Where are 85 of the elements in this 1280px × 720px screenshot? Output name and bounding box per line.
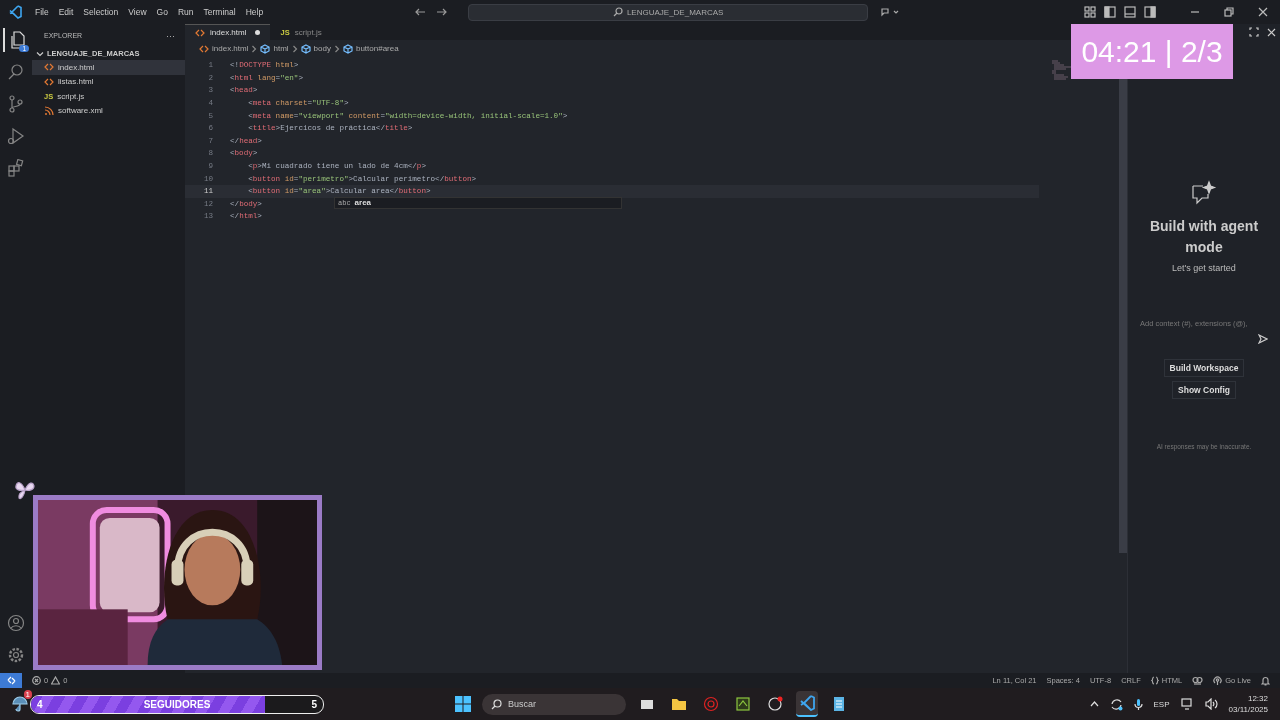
chat-sparkle-icon <box>1191 180 1217 206</box>
breadcrumb-item[interactable]: index.html <box>199 43 249 54</box>
menu-item[interactable]: Edit <box>53 5 79 19</box>
timer-overlay: 04:21 | 2/3 <box>1071 24 1233 79</box>
explorer-entry[interactable]: listas.html <box>32 74 185 89</box>
remote-indicator[interactable] <box>0 673 22 688</box>
chevron-right-icon <box>291 44 298 53</box>
microphone-icon[interactable] <box>1133 697 1143 711</box>
chat-action-button[interactable]: Build Workspace <box>1163 359 1245 377</box>
clock[interactable]: 12:32 03/11/2025 <box>1228 693 1268 715</box>
notification-badge: 1 <box>23 690 32 699</box>
menu-item[interactable]: View <box>123 5 152 19</box>
layout-icon[interactable] <box>1084 6 1096 18</box>
breadcrumb-item[interactable]: html <box>260 43 289 54</box>
close-icon[interactable] <box>1267 27 1276 37</box>
back-arrow-icon[interactable] <box>414 7 427 17</box>
close-icon[interactable] <box>1258 7 1268 17</box>
menu-item[interactable]: Terminal <box>198 5 241 19</box>
code-icon <box>44 62 54 73</box>
chevron-right-icon <box>333 44 340 53</box>
restore-icon[interactable] <box>1224 7 1234 17</box>
unsaved-dot-icon <box>255 30 261 35</box>
code-icon <box>199 43 209 54</box>
explorer-entry[interactable]: index.html <box>32 60 185 75</box>
run-debug-icon[interactable] <box>7 127 25 145</box>
sidebar-toggle-icon[interactable] <box>1104 6 1116 18</box>
feed-icon <box>44 105 54 116</box>
menu-item[interactable]: Selection <box>78 5 124 19</box>
network-icon[interactable] <box>1180 698 1194 710</box>
error-icon <box>32 676 41 685</box>
input-language[interactable]: ESP <box>1153 699 1170 709</box>
settings-icon[interactable] <box>7 646 25 664</box>
app-logo-icon <box>8 5 22 19</box>
broadcast-icon <box>1213 676 1223 685</box>
follower-label: SEGUIDORES <box>143 698 211 710</box>
windows-start-icon[interactable] <box>454 695 472 713</box>
breadcrumb-item[interactable]: body <box>300 43 331 54</box>
extensions-icon[interactable] <box>7 159 25 177</box>
cube-icon <box>342 43 353 54</box>
cube-icon <box>260 43 271 54</box>
forward-arrow-icon[interactable] <box>436 7 449 17</box>
code-icon <box>44 76 54 87</box>
braces-icon <box>1150 676 1159 685</box>
menu-item[interactable]: Help <box>240 5 269 19</box>
code-editor-icon[interactable] <box>799 695 815 711</box>
code-icon <box>195 27 205 38</box>
chat-subtitle: Let's get started <box>1172 263 1236 273</box>
taskbar-search-field[interactable]: Buscar <box>482 693 626 715</box>
breadcrumb-item[interactable]: button#area <box>342 43 399 54</box>
more-actions-button[interactable]: ··· <box>166 30 175 41</box>
account-icon[interactable] <box>7 614 25 632</box>
menu-item[interactable]: Go <box>151 5 173 19</box>
maximize-icon[interactable] <box>1249 27 1259 37</box>
cube-icon <box>300 43 311 54</box>
secondary-sidebar-icon[interactable] <box>1144 6 1156 18</box>
folder-icon[interactable] <box>671 696 687 712</box>
chat-sparkle-icon[interactable] <box>880 7 901 17</box>
explorer-entry[interactable]: software.xml <box>32 103 185 118</box>
menu-item[interactable]: Run <box>172 5 199 19</box>
speaker-icon[interactable] <box>1204 698 1218 710</box>
search-icon <box>612 7 623 17</box>
chat-action-button[interactable]: Show Config <box>1172 381 1236 399</box>
suggestion-item[interactable]: area <box>354 198 372 208</box>
files-icon[interactable] <box>8 31 26 49</box>
send-icon[interactable] <box>1258 334 1268 344</box>
follower-count: 4 <box>37 698 43 710</box>
command-center[interactable]: LENGUAJE_DE_MARCAS <box>468 3 869 21</box>
remote-icon <box>6 676 16 685</box>
warning-icon <box>51 676 61 685</box>
umbrella-icon[interactable] <box>12 696 28 712</box>
target-app-icon[interactable] <box>703 696 719 712</box>
search-icon[interactable] <box>7 63 25 81</box>
sync-icon[interactable] <box>1109 697 1123 711</box>
recording-app-icon[interactable] <box>767 696 783 712</box>
chat-title: Build with agent mode <box>1148 217 1260 257</box>
menu-item[interactable]: File <box>30 5 54 19</box>
chevron-right-icon <box>251 44 258 53</box>
bell-icon[interactable] <box>1261 675 1270 686</box>
notepad-icon[interactable] <box>831 696 847 712</box>
chevron-up-icon[interactable] <box>1089 701 1099 707</box>
editor-tab[interactable]: index.html <box>185 24 271 40</box>
panel-toggle-icon[interactable] <box>1124 6 1136 18</box>
source-control-icon[interactable] <box>7 95 25 113</box>
search-icon <box>491 698 502 710</box>
follower-goal: 5 <box>311 698 317 710</box>
